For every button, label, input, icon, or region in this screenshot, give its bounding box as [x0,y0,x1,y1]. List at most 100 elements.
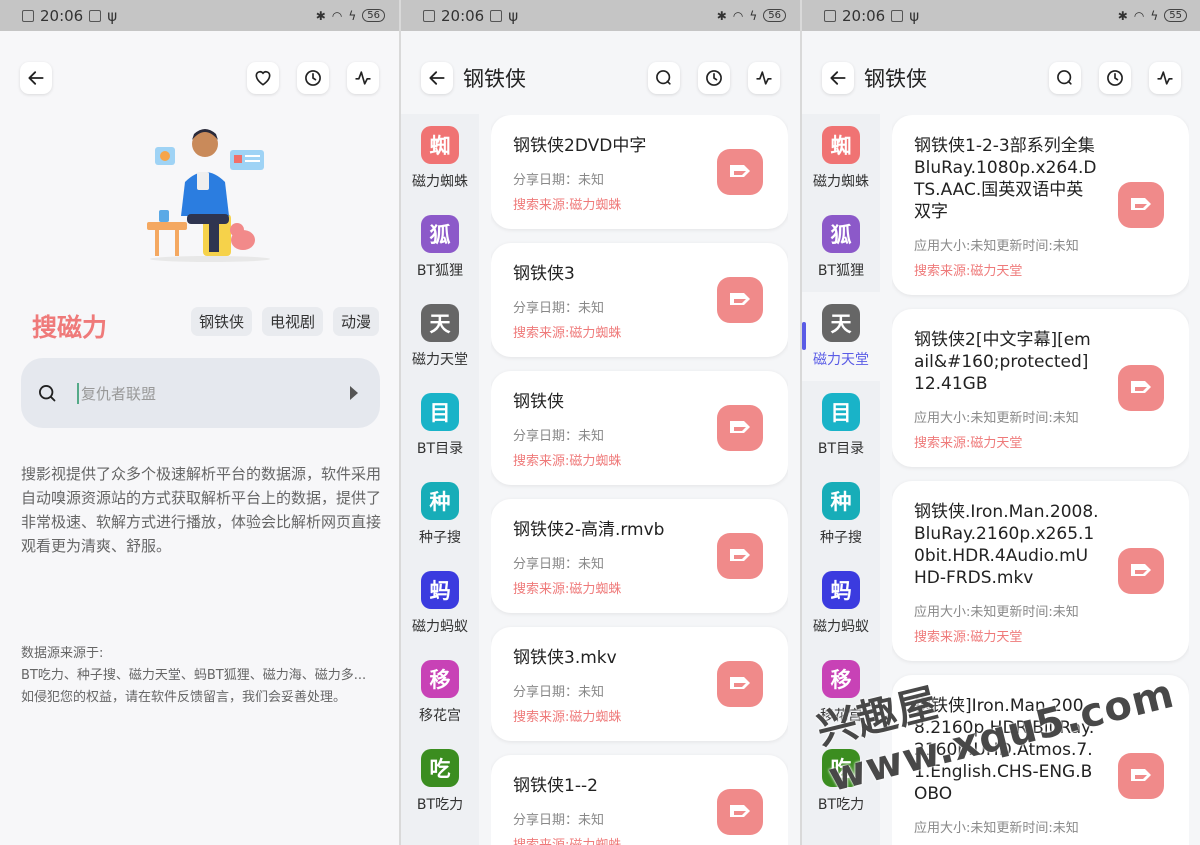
keyword-chip[interactable]: 钢铁侠 [190,307,252,336]
arrow-left-icon [429,71,445,85]
result-title: 钢铁侠3.mkv [513,648,617,668]
source-tab[interactable]: 吃 BT吃力 [401,737,479,826]
source-tab[interactable]: 蚂磁力蚂蚁 [802,559,880,648]
magnet-download-button[interactable] [717,277,763,323]
result-source: 搜索来源:磁力蜘蛛 [513,326,622,341]
magnet-download-button[interactable] [717,533,763,579]
search-icon [39,385,56,402]
source-icon: 蜘 [421,126,459,164]
usb-icon: ψ [107,6,118,25]
magnet-download-button[interactable] [717,405,763,451]
page-title: 钢铁侠 [463,67,526,91]
search-icon [656,70,671,85]
back-button[interactable] [20,62,52,94]
result-title: 钢铁侠1-2-3部系列全集BluRay.1080p.x264.DTS.AAC.国… [914,136,1097,222]
sources-title: 数据源来源于: [21,646,104,661]
activity-button[interactable] [1149,62,1181,94]
source-label: 移花宫 [419,708,461,724]
result-meta: 分享日期：未知 [513,685,605,700]
source-tab[interactable]: 蚂磁力蚂蚁 [401,559,479,648]
magnet-download-button[interactable] [1118,548,1164,594]
source-tab[interactable]: 种种子搜 [401,470,479,559]
back-button[interactable] [822,62,854,94]
results-screen: 20:06 ψ ✱ ◠ ϟ 56 钢铁侠 蜘磁力蜘蛛狐 BT狐狸天磁力天堂目 BT目录种种子… [401,0,800,845]
history-button[interactable] [1099,62,1131,94]
search-input[interactable]: 复仇者联盟 [77,382,348,404]
result-meta: 分享日期：未知 [513,429,605,444]
usb-icon: ψ [508,6,519,25]
page-title: 钢铁侠 [864,67,927,91]
source-tab[interactable]: 目 BT目录 [802,381,880,470]
source-sidebar: 蜘磁力蜘蛛狐 BT狐狸天磁力天堂目 BT目录种种子搜蚂磁力蚂蚁移移花宫吃 BT吃力 [401,114,479,845]
charging-icon: ϟ [1150,8,1159,23]
status-time: 20:06 [441,6,485,25]
result-card[interactable]: 钢铁侠1--2 分享日期：未知搜索来源:磁力蜘蛛 [491,755,788,845]
result-card[interactable]: 钢铁侠1-2-3部系列全集BluRay.1080p.x264.DTS.AAC.国… [892,115,1189,295]
charging-icon: ϟ [749,8,758,23]
pulse-icon [1157,71,1173,85]
activity-button[interactable] [347,62,379,94]
clock-icon [1107,70,1123,86]
source-icon: 天 [822,304,860,342]
source-tab[interactable]: 目 BT目录 [401,381,479,470]
home-screen: 20:06 ψ ✱ ◠ ϟ 56 搜磁力 钢铁侠 电视剧 动漫 复仇者联盟 搜影视提供了… [0,0,399,845]
battery-indicator: 56 [763,9,786,22]
magnet-download-button[interactable] [1118,365,1164,411]
source-tab[interactable]: 狐 BT狐狸 [401,203,479,292]
source-tab[interactable]: 天磁力天堂 [401,292,479,381]
result-title: 钢铁侠.Iron.Man.2008.BluRay.2160p.x265.10bi… [914,502,1099,588]
result-card[interactable]: 钢铁侠2DVD中字 分享日期：未知 搜索来源:磁力蜘蛛 [491,115,788,229]
result-title: 钢铁侠 [513,392,564,412]
bluetooth-icon: ✱ [1117,8,1128,23]
result-source: 搜索来源:磁力蜘蛛 [513,710,622,725]
history-button[interactable] [698,62,730,94]
favorites-button[interactable] [247,62,279,94]
status-bar: 20:06 ψ ✱ ◠ ϟ 55 [802,0,1200,31]
search-button[interactable] [1049,62,1081,94]
magnet-download-button[interactable] [1118,753,1164,799]
copyright-note: 如侵犯您的权益，请在软件反馈留言，我们会妥善处理。 [21,690,347,705]
source-icon: 目 [421,393,459,431]
result-card[interactable]: 钢铁侠3 分享日期：未知 搜索来源:磁力蜘蛛 [491,243,788,357]
history-button[interactable] [297,62,329,94]
result-card[interactable]: 钢铁侠2[中文字幕][email&#160;protected]12.41GB 应… [892,309,1189,467]
magnet-download-button[interactable] [717,661,763,707]
source-tab[interactable]: 狐 BT狐狸 [802,203,880,292]
magnet-download-button[interactable] [1118,182,1164,228]
source-tab[interactable]: 蜘磁力蜘蛛 [802,114,880,203]
back-button[interactable] [421,62,453,94]
result-meta: 应用大小:未知更新时间:未知 [914,821,1079,836]
source-label: 种子搜 [820,530,862,546]
keyword-chip[interactable]: 电视剧 [261,307,323,336]
play-arrow-icon[interactable] [348,384,360,402]
nfc-icon [490,9,503,22]
source-tab[interactable]: 蜘磁力蜘蛛 [401,114,479,203]
source-tab[interactable]: 天磁力天堂 [802,292,880,381]
result-card[interactable]: 钢铁侠3.mkv 分享日期：未知搜索来源:磁力蜘蛛 [491,627,788,741]
magnet-download-button[interactable] [717,789,763,835]
result-card[interactable]: 钢铁侠分享日期：未知搜索来源:磁力蜘蛛 [491,371,788,485]
source-tab[interactable]: 移移花宫 [401,648,479,737]
app-bar [0,31,399,125]
search-button[interactable] [648,62,680,94]
nfc-icon [89,9,102,22]
data-sources-info: 数据源来源于: BT吃力、种子搜、磁力天堂、蚂BT狐狸、磁力海、磁力多... 如… [21,643,381,709]
search-box[interactable]: 复仇者联盟 [21,358,380,428]
activity-button[interactable] [748,62,780,94]
hot-keyword-chips: 钢铁侠 电视剧 动漫 [190,307,379,336]
charging-icon: ϟ [348,8,357,23]
result-meta: 应用大小:未知更新时间:未知 [914,605,1079,620]
app-notification-icon [423,9,435,22]
keyword-chip[interactable]: 动漫 [332,307,379,336]
source-label: 磁力蚂蚁 [813,619,869,635]
source-label: BT目录 [416,441,464,457]
magnet-download-button[interactable] [717,149,763,195]
result-card[interactable]: 钢铁侠2-高清.rmvb 分享日期：未知 搜索来源:磁力蜘蛛 [491,499,788,613]
result-source: 搜索来源:磁力蜘蛛 [513,454,622,469]
nfc-icon [891,9,904,22]
app-bar: 钢铁侠 [401,31,800,125]
source-icon: 移 [421,660,459,698]
source-tab[interactable]: 种种子搜 [802,470,880,559]
source-icon: 蚂 [822,571,860,609]
source-icon: 种 [822,482,860,520]
